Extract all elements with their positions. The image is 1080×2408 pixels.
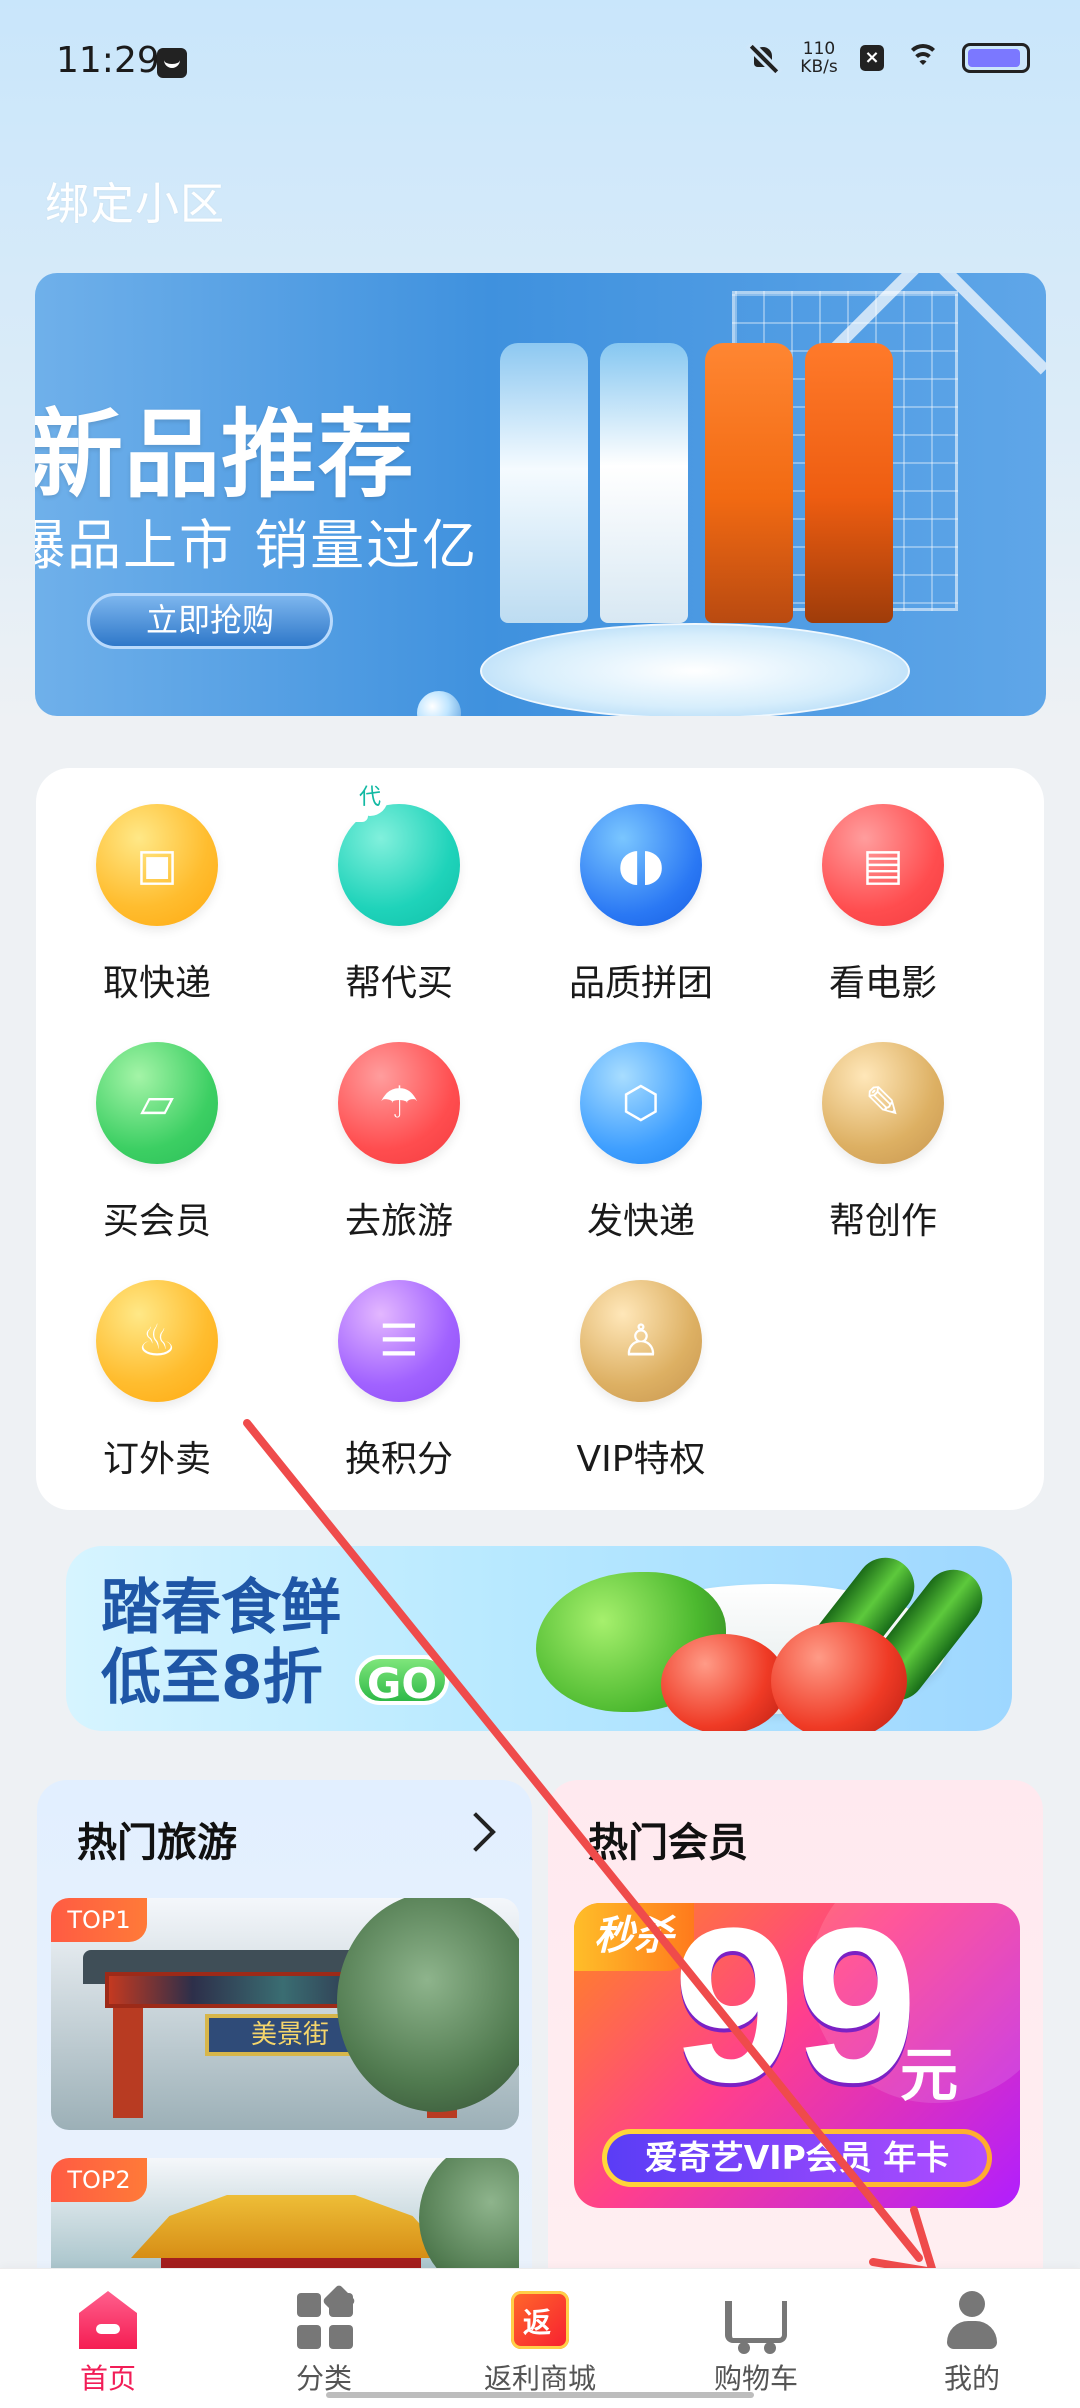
go-button[interactable]: GO xyxy=(355,1655,449,1708)
tab-category[interactable]: 分类 xyxy=(216,2269,432,2408)
fresh-food-title: 踏春食鲜 低至8折 xyxy=(101,1573,341,1713)
tv-vip-icon: ▱ xyxy=(96,1042,218,1164)
mute-icon xyxy=(748,43,778,73)
offer-price: 99 xyxy=(673,1903,918,2128)
chevron-right-icon[interactable] xyxy=(456,1812,496,1852)
tab-cart[interactable]: 购物车 xyxy=(648,2269,864,2408)
service-label: 品质拼团 xyxy=(568,963,713,1004)
vip-product-strip: 爱奇艺VIP会员 年卡 xyxy=(602,2129,992,2187)
service-label: 买会员 xyxy=(102,1201,211,1242)
tab-category-label: 分类 xyxy=(295,2362,352,2395)
package-delivery-icon: ▣ xyxy=(96,804,218,926)
vip-user-icon: ♙ xyxy=(580,1280,702,1402)
status-icons: 110 KB/s × xyxy=(748,40,1030,76)
car-proxy-buy-icon xyxy=(308,780,460,926)
product-pedestal xyxy=(480,623,910,716)
palm-tree-icon: ☂ xyxy=(338,1042,460,1164)
banner-title: 新品推荐 xyxy=(35,399,415,511)
new-products-banner[interactable]: 新品推荐 爆品上市 销量过亿 立即抢购 xyxy=(35,273,1046,716)
iqiyi-vip-offer-card[interactable]: 秒杀 99 元 爱奇艺VIP会员 年卡 xyxy=(574,1903,1020,2208)
tab-cart-label: 购物车 xyxy=(713,2362,798,2395)
bind-community-link[interactable]: 绑定小区 xyxy=(45,168,225,232)
cleaner-products-image xyxy=(500,343,920,623)
service-label: 去旅游 xyxy=(344,1201,453,1242)
white-spray-can xyxy=(600,343,688,623)
battery-icon xyxy=(962,43,1030,73)
ticket-icon: ▤ xyxy=(822,804,944,926)
tomato-shape xyxy=(771,1622,907,1731)
home-icon xyxy=(79,2291,137,2349)
pencil-icon: ✎ xyxy=(822,1042,944,1164)
wifi-icon xyxy=(904,43,942,73)
service-item-points[interactable]: ☰ 换积分 xyxy=(314,1280,484,1494)
tomato-shape xyxy=(661,1634,787,1731)
price-unit: 元 xyxy=(900,2041,959,2109)
service-item-movie[interactable]: ▤ 看电影 xyxy=(798,804,968,1018)
capsule-icon: ◖◗ xyxy=(580,804,702,926)
rebate-mall-icon xyxy=(511,2291,569,2349)
tab-rebate-mall-label: 返利商城 xyxy=(483,2362,596,2395)
close-square-icon: × xyxy=(860,45,884,71)
service-label: VIP特权 xyxy=(576,1439,706,1480)
service-item-takeout[interactable]: ♨ 订外卖 xyxy=(72,1280,242,1494)
gesture-home-bar[interactable] xyxy=(326,2392,754,2398)
vegetables-image xyxy=(536,1546,995,1731)
travel-card-top1[interactable]: 美景街 TOP1 xyxy=(51,1898,519,2130)
status-time: 11:29 xyxy=(56,40,160,81)
status-bar: 11:29 110 KB/s × xyxy=(0,0,1080,120)
service-item-membership[interactable]: ▱ 买会员 xyxy=(72,1042,242,1256)
service-label: 帮创作 xyxy=(828,1201,937,1242)
tab-home[interactable]: 首页 xyxy=(0,2269,216,2408)
hot-membership-title: 热门会员 xyxy=(588,1820,748,1866)
home-screen: 11:29 110 KB/s × 绑定小区 新品推荐 爆品上市 销量过亿 立即抢… xyxy=(0,0,1080,2408)
buy-now-button[interactable]: 立即抢购 xyxy=(87,593,333,649)
blue-spray-can xyxy=(500,343,588,623)
service-label: 取快递 xyxy=(102,963,211,1004)
service-item-create[interactable]: ✎ 帮创作 xyxy=(798,1042,968,1256)
orange-spray-can xyxy=(705,343,793,623)
network-speed-value: 110 xyxy=(802,39,836,59)
service-label: 换积分 xyxy=(344,1439,453,1480)
service-label: 帮代买 xyxy=(344,963,453,1004)
palace-roof-shape xyxy=(131,2195,451,2258)
top2-badge: TOP2 xyxy=(51,2158,147,2202)
banner-subtitle: 爆品上市 销量过亿 xyxy=(35,514,479,577)
top1-badge: TOP1 xyxy=(51,1898,147,1942)
user-icon xyxy=(943,2291,1001,2349)
bottom-navigation: 首页 分类 返利商城 购物车 我的 xyxy=(0,2268,1080,2408)
fresh-food-banner[interactable]: 踏春食鲜 低至8折 GO xyxy=(66,1546,1012,1731)
tab-home-label: 首页 xyxy=(79,2362,136,2395)
network-speed: 110 KB/s xyxy=(798,40,840,76)
scooter-icon: ♨ xyxy=(96,1280,218,1402)
cart-icon xyxy=(725,2301,787,2354)
vip-product-label: 爱奇艺VIP会员 年卡 xyxy=(607,2134,987,2182)
category-icon xyxy=(295,2291,353,2349)
message-icon xyxy=(157,48,187,78)
bubble-decoration xyxy=(417,691,461,716)
fresh-line-2: 低至8折 xyxy=(101,1643,323,1713)
service-item-vip[interactable]: ♙ VIP特权 xyxy=(556,1280,726,1494)
service-label: 看电影 xyxy=(828,963,937,1004)
service-item-pickup[interactable]: ▣ 取快递 xyxy=(72,804,242,1018)
service-item-group-buy[interactable]: ◖◗ 品质拼团 xyxy=(556,804,726,1018)
coins-icon: ☰ xyxy=(338,1280,460,1402)
service-grid: ▣ 取快递 帮代买 ◖◗ 品质拼团 ▤ 看电影 ▱ 买会员 ☂ 去旅游 ⬡ 发快… xyxy=(36,768,1044,1510)
service-item-send-express[interactable]: ⬡ 发快递 xyxy=(556,1042,726,1256)
tab-mine[interactable]: 我的 xyxy=(864,2269,1080,2408)
hot-travel-title: 热门旅游 xyxy=(77,1820,237,1866)
fresh-line-1: 踏春食鲜 xyxy=(101,1573,341,1643)
service-item-proxy-buy[interactable]: 帮代买 xyxy=(308,780,484,1018)
tab-rebate-mall[interactable]: 返利商城 xyxy=(432,2269,648,2408)
network-speed-unit: KB/s xyxy=(800,57,838,77)
service-label: 发快递 xyxy=(586,1201,695,1242)
orange-spray-can-2 xyxy=(805,343,893,623)
archway-column xyxy=(113,2008,143,2118)
box-icon: ⬡ xyxy=(580,1042,702,1164)
service-label: 订外卖 xyxy=(102,1439,211,1480)
service-item-travel[interactable]: ☂ 去旅游 xyxy=(314,1042,484,1256)
tab-mine-label: 我的 xyxy=(943,2362,1000,2395)
